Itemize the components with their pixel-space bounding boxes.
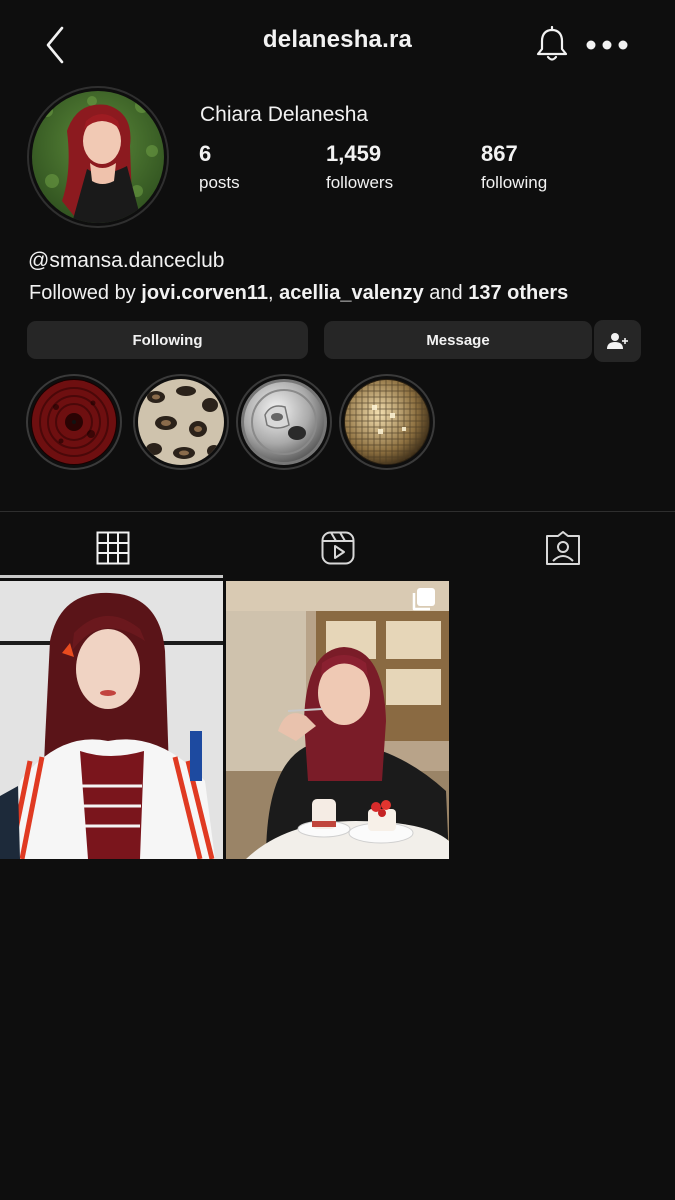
posts-count[interactable]: 6 posts <box>199 141 240 193</box>
story-highlight[interactable] <box>236 374 332 470</box>
avatar-photo <box>32 91 164 223</box>
display-name: Chiara Delanesha <box>200 103 369 126</box>
following-button[interactable]: Following <box>27 321 308 359</box>
story-highlight[interactable] <box>26 374 122 470</box>
mutual-others-link[interactable]: 137 others <box>468 282 568 304</box>
post-photo <box>226 581 449 859</box>
bio-mention-link[interactable]: @smansa.danceclub <box>28 249 224 273</box>
active-tab-indicator <box>0 575 223 578</box>
post-photo <box>0 581 223 859</box>
story-highlight[interactable] <box>339 374 435 470</box>
stat-label: followers <box>326 173 394 192</box>
section-divider <box>0 511 675 512</box>
person-add-icon <box>606 333 628 349</box>
stat-label: posts <box>199 173 240 192</box>
reels-icon <box>321 531 354 565</box>
more-options-icon[interactable] <box>584 36 630 54</box>
following-count[interactable]: 867 following <box>481 141 547 193</box>
story-highlight[interactable] <box>133 374 229 470</box>
tab-reels[interactable] <box>225 520 450 576</box>
highlight-leopard-image <box>138 379 224 465</box>
and-text: and <box>423 282 469 304</box>
bell-icon[interactable] <box>534 26 570 64</box>
tab-tagged[interactable] <box>450 520 675 576</box>
stat-value: 1,459 <box>326 141 382 166</box>
highlight-discoball-image <box>344 379 430 465</box>
multiple-photos-icon <box>412 588 435 611</box>
profile-username: delanesha.ra <box>262 26 413 53</box>
followers-count[interactable]: 1,459 followers <box>326 141 393 193</box>
separator: , <box>268 282 280 304</box>
grid-icon <box>96 531 129 565</box>
message-button[interactable]: Message <box>324 321 592 359</box>
stat-label: following <box>481 173 548 192</box>
followed-by-prefix: Followed by <box>29 282 142 304</box>
mutual-user-link[interactable]: jovi.corven11 <box>141 282 268 304</box>
tab-posts-grid[interactable] <box>0 520 225 576</box>
followed-by-text[interactable]: Followed by jovi.corven11, acellia_valen… <box>29 282 568 305</box>
tagged-icon <box>545 531 580 565</box>
stat-value: 867 <box>481 141 518 166</box>
profile-avatar[interactable] <box>27 86 169 228</box>
stat-value: 6 <box>199 141 212 166</box>
mutual-user-link[interactable]: acellia_valenzy <box>279 282 424 304</box>
post-thumbnail[interactable] <box>226 581 449 859</box>
suggested-users-button[interactable] <box>594 320 641 362</box>
highlight-can-image <box>241 379 327 465</box>
post-thumbnail[interactable] <box>0 581 223 859</box>
highlight-vinyl-image <box>31 379 117 465</box>
